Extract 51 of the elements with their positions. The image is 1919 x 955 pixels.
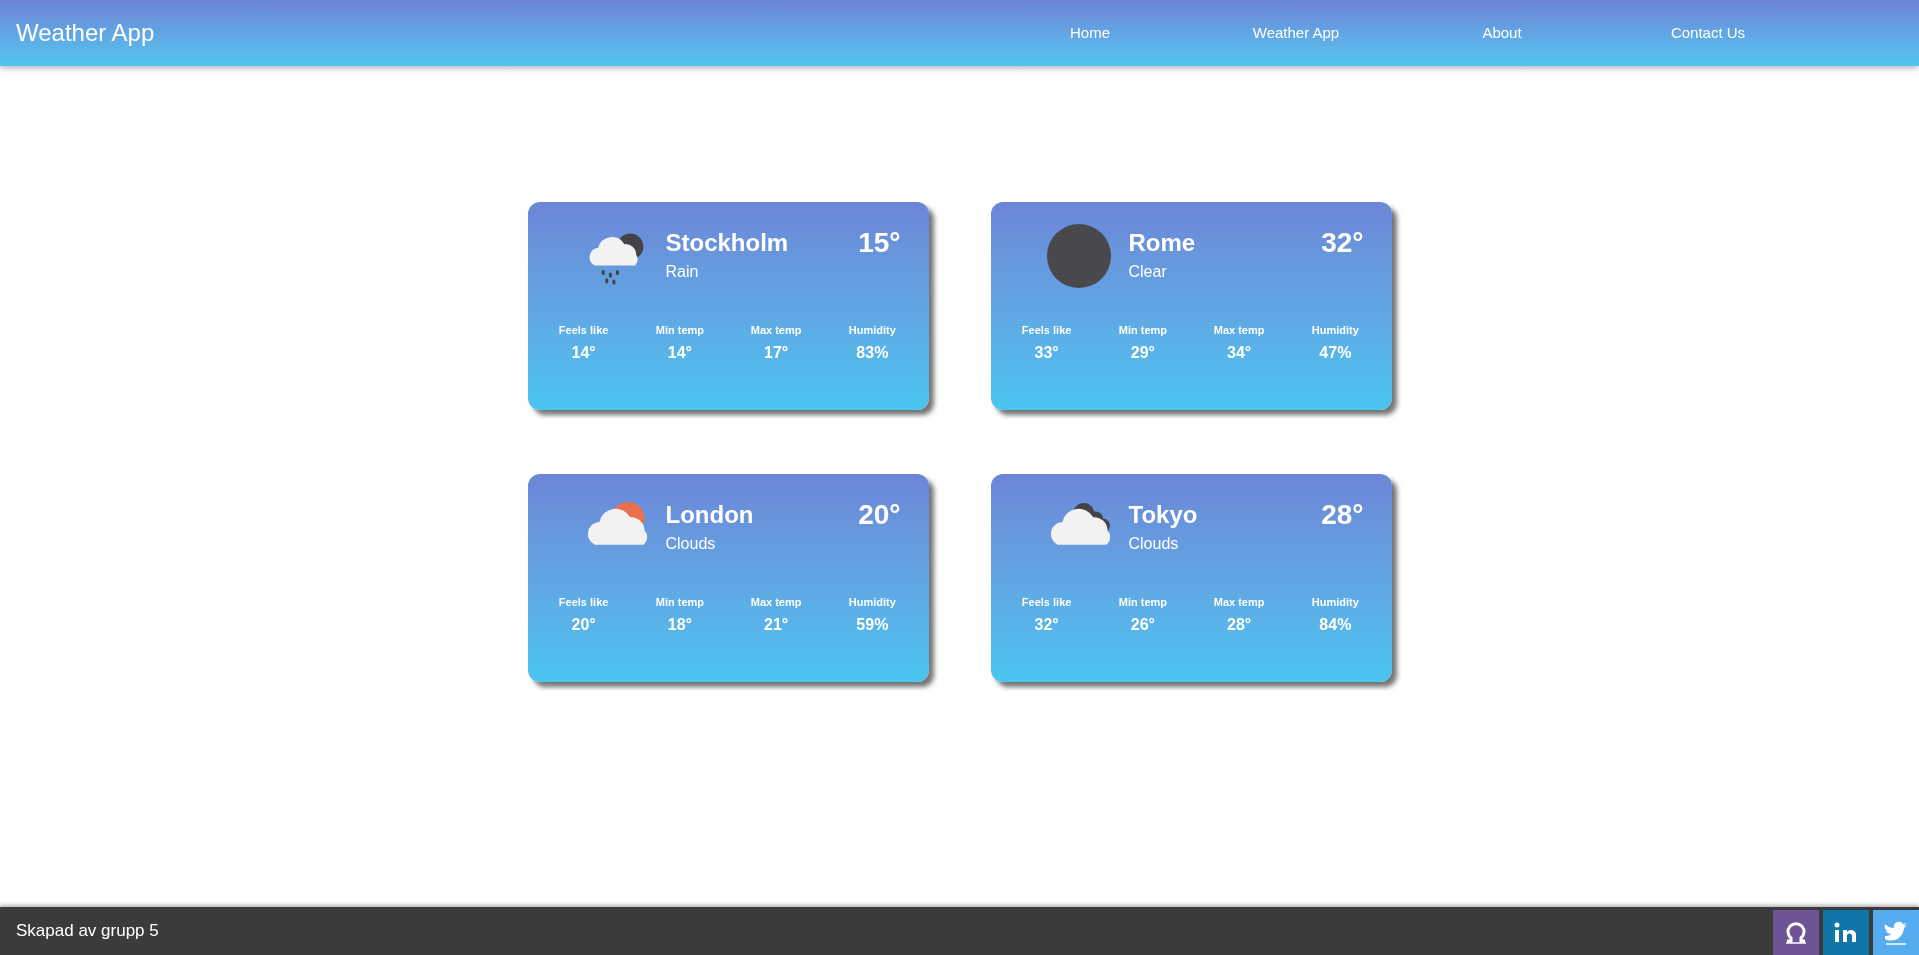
city-name: Rome (1128, 228, 1196, 258)
stat-value: 47% (1319, 342, 1352, 363)
stat-label: Feels like (1021, 323, 1072, 338)
stat-value: 83% (856, 342, 889, 363)
stat-value: 28° (1227, 614, 1252, 635)
stat-value: 26° (1130, 614, 1155, 635)
weather-condition: Rain (665, 262, 700, 282)
stat-value: 14° (571, 342, 596, 363)
city-name: Tokyo (1128, 500, 1198, 530)
nav-link[interactable]: Contact Us (1605, 21, 1811, 45)
nav-link[interactable]: About (1399, 21, 1605, 45)
city-name: London (665, 500, 754, 530)
stat-label: Max temp (750, 323, 802, 338)
stat-label: Feels like (1021, 595, 1072, 610)
temperature: 20° (858, 498, 901, 532)
stat-label: Max temp (750, 595, 802, 610)
stat-value: 14° (667, 342, 692, 363)
stat-label: Humidity (1311, 323, 1359, 338)
stat-label: Feels like (558, 323, 609, 338)
app-title: Weather App (16, 18, 155, 48)
stat-value: 34° (1227, 342, 1252, 363)
stat-value: 18° (667, 614, 692, 635)
stat-label: Min temp (655, 323, 704, 338)
stat-label: Min temp (1118, 323, 1167, 338)
stat-value: 21° (764, 614, 789, 635)
nav-link[interactable]: Home (987, 21, 1193, 45)
linkedin-icon[interactable] (1823, 910, 1869, 955)
footer-text: Skapad av grupp 5 (16, 920, 159, 943)
city-name: Stockholm (665, 228, 789, 258)
stat-value: 59% (856, 614, 889, 635)
stat-value: 20° (571, 614, 596, 635)
temperature: 15° (858, 226, 901, 260)
stat-label: Min temp (655, 595, 704, 610)
stat-label: Max temp (1213, 595, 1265, 610)
stat-value: 33° (1034, 342, 1059, 363)
stat-value: 84% (1319, 614, 1352, 635)
stat-label: Feels like (558, 595, 609, 610)
stat-label: Humidity (848, 323, 896, 338)
stat-label: Max temp (1213, 323, 1265, 338)
stat-label: Min temp (1118, 595, 1167, 610)
nav-link[interactable]: Weather App (1193, 21, 1399, 45)
weather-condition: Clouds (665, 534, 717, 554)
weather-condition: Clouds (1128, 534, 1180, 554)
stat-value: 32° (1034, 614, 1059, 635)
weather-condition: Clear (1128, 262, 1168, 282)
stat-value: 17° (764, 342, 789, 363)
stat-label: Humidity (848, 595, 896, 610)
temperature: 28° (1321, 498, 1364, 532)
stat-value: 29° (1130, 342, 1155, 363)
temperature: 32° (1321, 226, 1364, 260)
stat-label: Humidity (1311, 595, 1359, 610)
